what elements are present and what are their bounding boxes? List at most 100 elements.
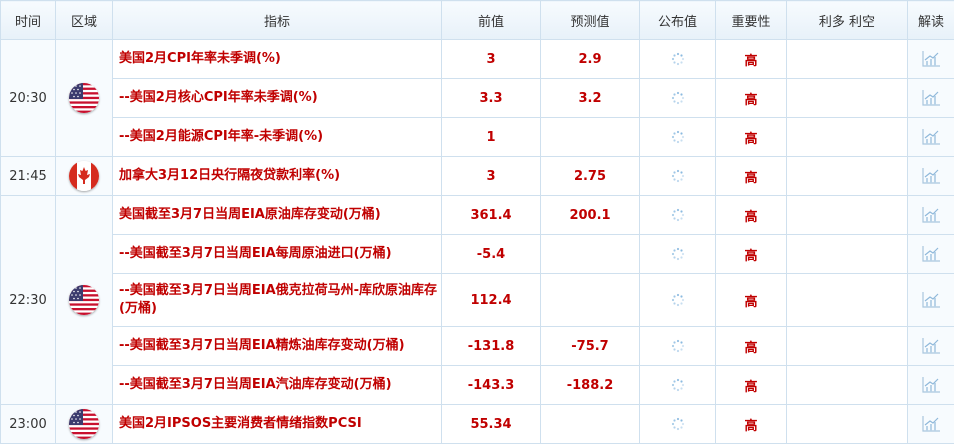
- forecast-value: 2.75: [540, 156, 640, 196]
- loading-spinner-icon: [671, 417, 685, 432]
- indicator-name[interactable]: --美国截至3月7日当周EIA精炼油库存变动(万桶): [112, 326, 442, 366]
- previous-value: -5.4: [441, 234, 541, 274]
- interpret-cell[interactable]: [907, 365, 954, 405]
- impact-cell: [786, 156, 908, 196]
- loading-spinner-icon: [671, 339, 685, 354]
- chart-icon[interactable]: [921, 246, 941, 262]
- chart-icon[interactable]: [921, 90, 941, 106]
- impact-cell: [786, 404, 908, 444]
- header-time: 时间: [0, 0, 56, 40]
- table-row: --美国截至3月7日当周EIA汽油库存变动(万桶) -143.3 -188.2 …: [1, 365, 954, 405]
- table-row: --美国2月能源CPI年率-未季调(%) 1 高: [1, 117, 954, 157]
- impact-cell: [786, 117, 908, 157]
- chart-icon[interactable]: [921, 377, 941, 393]
- loading-spinner-icon: [671, 52, 685, 67]
- indicator-name[interactable]: --美国截至3月7日当周EIA俄克拉荷马州-库欣原油库存(万桶): [112, 273, 442, 327]
- forecast-value: 200.1: [540, 195, 640, 235]
- header-previous: 前值: [441, 0, 541, 40]
- chart-icon[interactable]: [921, 51, 941, 67]
- published-cell: [639, 365, 716, 405]
- header-forecast: 预测值: [540, 0, 640, 40]
- indicator-name[interactable]: 美国2月CPI年率未季调(%): [112, 39, 442, 79]
- impact-cell: [786, 234, 908, 274]
- forecast-value: [540, 273, 640, 327]
- interpret-cell[interactable]: [907, 326, 954, 366]
- previous-value: 1: [441, 117, 541, 157]
- importance-value: 高: [715, 117, 787, 157]
- previous-value: 361.4: [441, 195, 541, 235]
- us-flag-icon: [69, 285, 99, 315]
- forecast-value: [540, 404, 640, 444]
- header-impact: 利多 利空: [786, 0, 908, 40]
- interpret-cell[interactable]: [907, 234, 954, 274]
- interpret-cell[interactable]: [907, 117, 954, 157]
- us-flag-icon: [69, 409, 99, 439]
- importance-value: 高: [715, 234, 787, 274]
- indicator-name[interactable]: --美国2月能源CPI年率-未季调(%): [112, 117, 442, 157]
- indicator-name[interactable]: 美国2月IPSOS主要消费者情绪指数PCSI: [112, 404, 442, 444]
- published-cell: [639, 156, 716, 196]
- forecast-value: 2.9: [540, 39, 640, 79]
- chart-icon[interactable]: [921, 207, 941, 223]
- loading-spinner-icon: [671, 208, 685, 223]
- chart-icon[interactable]: [921, 416, 941, 432]
- published-cell: [639, 39, 716, 79]
- importance-value: 高: [715, 404, 787, 444]
- chart-icon[interactable]: [921, 292, 941, 308]
- previous-value: -143.3: [441, 365, 541, 405]
- published-cell: [639, 234, 716, 274]
- interpret-cell[interactable]: [907, 78, 954, 118]
- loading-spinner-icon: [671, 247, 685, 262]
- loading-spinner-icon: [671, 293, 685, 308]
- interpret-cell[interactable]: [907, 39, 954, 79]
- indicator-name[interactable]: 加拿大3月12日央行隔夜贷款利率(%): [112, 156, 442, 196]
- header-published: 公布值: [639, 0, 716, 40]
- impact-cell: [786, 273, 908, 327]
- indicator-name[interactable]: --美国截至3月7日当周EIA每周原油进口(万桶): [112, 234, 442, 274]
- impact-cell: [786, 326, 908, 366]
- region-cell: [55, 195, 113, 405]
- interpret-cell[interactable]: [907, 195, 954, 235]
- chart-icon[interactable]: [921, 168, 941, 184]
- table-row: 20:30 美国2月CPI年率未季调(%) 3 2.9 高: [0, 39, 954, 157]
- previous-value: 112.4: [441, 273, 541, 327]
- header-indicator: 指标: [112, 0, 442, 40]
- table-row: --美国截至3月7日当周EIA精炼油库存变动(万桶) -131.8 -75.7 …: [1, 326, 954, 366]
- interpret-cell[interactable]: [907, 273, 954, 327]
- interpret-cell[interactable]: [907, 156, 954, 196]
- loading-spinner-icon: [671, 91, 685, 106]
- event-time: 20:30: [0, 39, 56, 157]
- importance-value: 高: [715, 156, 787, 196]
- importance-value: 高: [715, 326, 787, 366]
- published-cell: [639, 78, 716, 118]
- chart-icon[interactable]: [921, 129, 941, 145]
- table-row: 21:45 加拿大3月12日央行隔夜贷款利率(%) 3 2.75 高: [0, 156, 954, 196]
- table-row: --美国2月核心CPI年率未季调(%) 3.3 3.2 高: [1, 78, 954, 118]
- published-cell: [639, 273, 716, 327]
- forecast-value: [540, 234, 640, 274]
- indicator-name[interactable]: 美国截至3月7日当周EIA原油库存变动(万桶): [112, 195, 442, 235]
- canada-flag-icon: [69, 161, 99, 191]
- table-row: 22:30 美国截至3月7日当周EIA原油库存变动(万桶) 361.4 200.…: [0, 195, 954, 405]
- published-cell: [639, 195, 716, 235]
- interpret-cell[interactable]: [907, 404, 954, 444]
- loading-spinner-icon: [671, 378, 685, 393]
- header-importance: 重要性: [715, 0, 787, 40]
- loading-spinner-icon: [671, 130, 685, 145]
- us-flag-icon: [69, 83, 99, 113]
- indicator-name[interactable]: --美国2月核心CPI年率未季调(%): [112, 78, 442, 118]
- chart-icon[interactable]: [921, 338, 941, 354]
- indicator-name[interactable]: --美国截至3月7日当周EIA汽油库存变动(万桶): [112, 365, 442, 405]
- table-row: --美国截至3月7日当周EIA俄克拉荷马州-库欣原油库存(万桶) 112.4 高: [1, 273, 954, 327]
- published-cell: [639, 404, 716, 444]
- region-cell: [55, 156, 113, 196]
- header-interpret: 解读: [907, 0, 954, 40]
- published-cell: [639, 117, 716, 157]
- table-row: 23:00 美国2月IPSOS主要消费者情绪指数PCSI 55.34 高: [0, 404, 954, 444]
- forecast-value: -188.2: [540, 365, 640, 405]
- region-cell: [55, 39, 113, 157]
- table-row: --美国截至3月7日当周EIA每周原油进口(万桶) -5.4 高: [1, 234, 954, 274]
- importance-value: 高: [715, 39, 787, 79]
- event-time: 22:30: [0, 195, 56, 405]
- previous-value: 3.3: [441, 78, 541, 118]
